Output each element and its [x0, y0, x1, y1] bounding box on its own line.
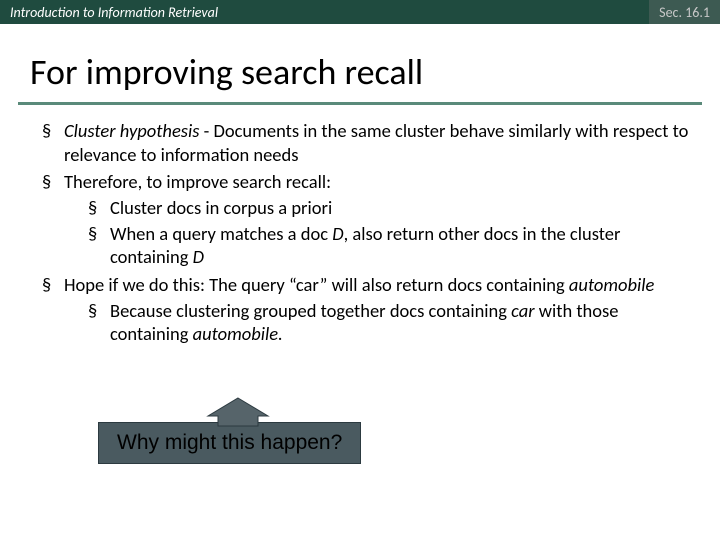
b2s2-a: When a query matches a doc	[110, 222, 332, 245]
bullet-2-sublist: Cluster docs in corpus a priori When a q…	[64, 196, 696, 269]
bullet-2-sub-1: Cluster docs in corpus a priori	[88, 196, 696, 220]
slide-title: For improving search recall	[0, 24, 720, 102]
bullet-3: Hope if we do this: The query “car” will…	[42, 273, 696, 346]
bullet-1-term: Cluster hypothesis	[64, 119, 199, 142]
topbar: Introduction to Information Retrieval Se…	[0, 0, 720, 24]
callout-box: Why might this happen?	[98, 422, 361, 464]
bullet-3-sublist: Because clustering grouped together docs…	[64, 299, 696, 346]
b3s-a: Because clustering grouped together docs…	[110, 299, 511, 322]
callout: Why might this happen?	[98, 422, 361, 464]
bullet-3-text: Hope if we do this: The query “car” will…	[64, 273, 569, 296]
course-title: Introduction to Information Retrieval	[10, 4, 218, 21]
b2s2-var-d2: D	[193, 245, 204, 268]
callout-text: Why might this happen?	[117, 431, 342, 454]
b3s-car: car	[511, 299, 534, 322]
section-label: Sec. 16.1	[649, 0, 720, 24]
slide: Introduction to Information Retrieval Se…	[0, 0, 720, 540]
bullet-2-text: Therefore, to improve search recall:	[64, 170, 331, 193]
bullet-1: Cluster hypothesis - Documents in the sa…	[42, 119, 696, 166]
bullet-3-sub-1: Because clustering grouped together docs…	[88, 299, 696, 346]
slide-body: Cluster hypothesis - Documents in the sa…	[0, 105, 720, 346]
b2s2-var-d: D	[332, 222, 343, 245]
bullet-2: Therefore, to improve search recall: Clu…	[42, 170, 696, 269]
bullet-2-sub-2: When a query matches a doc D, also retur…	[88, 222, 696, 269]
bullet-list: Cluster hypothesis - Documents in the sa…	[24, 119, 696, 346]
b3s-auto: automobile.	[193, 322, 283, 345]
bullet-3-automobile: automobile	[569, 273, 654, 296]
